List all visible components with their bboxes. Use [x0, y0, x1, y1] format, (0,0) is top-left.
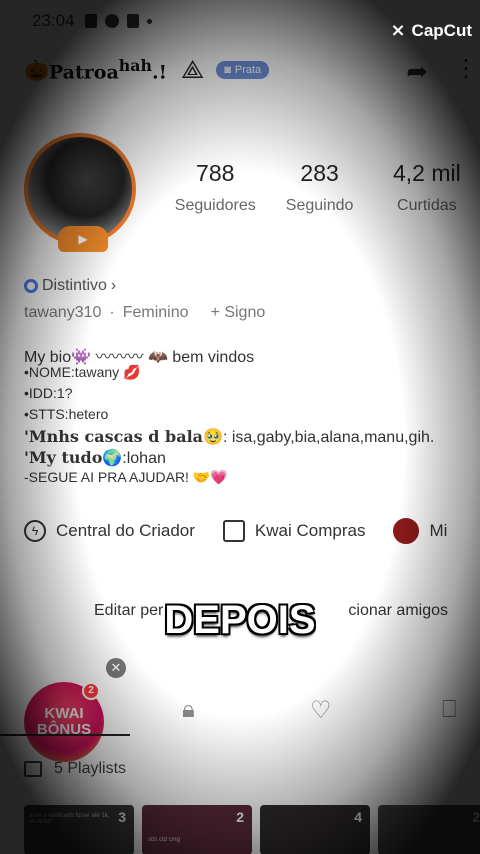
- shortcuts-row: ϟ Central do Criador Kwai Compras Mi: [24, 518, 480, 544]
- playlist-thumbnail[interactable]: stts ctd cmg 2: [142, 805, 252, 854]
- bio: My bio👾 〰〰〰 🦇 bem vindos •NOME:tawany 💋 …: [24, 343, 470, 490]
- stat-value: 788: [196, 160, 235, 186]
- profile-meta: tawany310 · Feminino + Signo: [24, 304, 265, 322]
- profile-stats: 788 Seguidores 283 Seguindo 4,2 mil Curt…: [165, 160, 480, 215]
- close-icon[interactable]: ✕: [106, 658, 126, 678]
- playlist-thumbnail[interactable]: e se o verificado fosse até 1k, vc teria…: [24, 805, 134, 854]
- display-name-suffix: .!: [152, 61, 168, 84]
- playlists-label: 5 Playlists: [54, 760, 127, 777]
- avatar-icon: [393, 518, 420, 544]
- thumb-count: 3: [118, 809, 126, 825]
- dnd-icon: [104, 14, 119, 28]
- third-shortcut-button[interactable]: Mi: [393, 518, 447, 544]
- shopping-bag-icon: [222, 520, 245, 542]
- bio-line-lead: 'Mnhs cascas d bala🥹: [24, 427, 223, 446]
- playlist-thumbnail[interactable]: 4: [260, 805, 370, 854]
- creator-center-button[interactable]: ϟ Central do Criador: [24, 520, 195, 542]
- bio-line: 'Mnhs cascas d bala🥹: isa,gaby,bia,alana…: [24, 427, 470, 448]
- status-time: 23:04: [32, 11, 75, 30]
- thumb-count: 4: [354, 809, 362, 825]
- kwai-shop-button[interactable]: Kwai Compras: [222, 520, 366, 542]
- more-options-icon[interactable]: ⋮: [454, 54, 478, 83]
- sim-icon: [84, 14, 97, 28]
- profile-header: 🎃 Patroahah.! ⟁ ◙ Prata ➦ ⋮: [24, 50, 480, 90]
- thumb-count: 2: [236, 809, 244, 825]
- tier-badge[interactable]: ◙ Prata: [216, 61, 270, 79]
- shortcut-label: Mi: [429, 521, 448, 540]
- capcut-label: CapCut: [411, 20, 472, 40]
- bio-line: 'My tudo🌍:lohan: [24, 448, 470, 469]
- tab-liked-heart-icon[interactable]: ♡: [310, 696, 332, 725]
- stat-value: 4,2 mil: [392, 160, 461, 186]
- display-name-sup: hah: [118, 56, 153, 76]
- bio-line-rest: :lohan: [122, 450, 166, 467]
- content-tabs: 🔒︎ ♡ ⎕: [0, 690, 480, 736]
- pumpkin-icon: 🎃: [24, 59, 49, 82]
- playlist-thumbnail[interactable]: 2: [378, 805, 480, 854]
- bio-line: •NOME:tawany 💋: [24, 364, 141, 380]
- capcut-logo-icon: ⨯: [390, 20, 406, 40]
- stat-value: 283: [300, 160, 339, 186]
- halloween-frame-badge: ▶: [58, 226, 108, 252]
- shortcut-label: Central do Criador: [56, 521, 195, 540]
- thumb-caption: e se o verificado fosse até 1k, vc teria…: [30, 813, 110, 825]
- stat-label: Seguidores: [174, 197, 256, 214]
- distintivo-icon: [24, 279, 38, 293]
- capcut-watermark: ⨯ CapCut: [390, 20, 472, 41]
- distintivo-link[interactable]: Distintivo ›: [24, 277, 116, 295]
- share-icon[interactable]: ➦: [406, 56, 428, 87]
- thumb-count: 2: [472, 809, 480, 825]
- playlist-thumbnails: e se o verificado fosse até 1k, vc teria…: [24, 805, 480, 854]
- bio-line-rest: : isa,gaby,bia,alana,manu,gih.: [222, 429, 435, 446]
- chevron-right-icon: ›: [110, 277, 117, 294]
- more-notifications-icon: [146, 18, 152, 24]
- bio-line: •STTS:hetero: [24, 406, 109, 422]
- bio-line: -SEGUE AI PRA AJUDAR! 🤝💗: [24, 469, 228, 485]
- stat-following[interactable]: 283 Seguindo: [265, 160, 373, 215]
- distintivo-label: Distintivo: [42, 277, 107, 294]
- playlists-link[interactable]: 5 Playlists: [24, 760, 126, 778]
- thumb-caption: stts ctd cmg: [148, 837, 181, 843]
- tab-private-lock-icon[interactable]: 🔒︎: [182, 696, 195, 724]
- stat-likes[interactable]: 4,2 mil Curtidas: [374, 160, 480, 215]
- video-caption: DEPOIS: [164, 598, 316, 642]
- stat-label: Seguindo: [285, 197, 354, 214]
- display-name-text: Patroa: [48, 61, 119, 84]
- separator: ·: [109, 304, 115, 321]
- badge-icon: ◙: [224, 64, 231, 76]
- triangle-symbol-icon: ⟁: [181, 54, 205, 84]
- lightning-icon: ϟ: [24, 520, 46, 542]
- x-notification-icon: [126, 14, 139, 28]
- active-tab-indicator: [0, 734, 130, 736]
- tab-saved-bookmark-icon[interactable]: ⎕: [442, 696, 456, 724]
- bio-line: •IDD:1?: [24, 385, 73, 401]
- handle: tawany310: [24, 304, 102, 321]
- shortcut-label: Kwai Compras: [254, 521, 366, 540]
- gender: Feminino: [122, 304, 189, 321]
- stat-followers[interactable]: 788 Seguidores: [165, 160, 265, 215]
- playlist-icon: [24, 761, 42, 777]
- bio-line: My bio👾 〰〰〰 🦇 bem vindos: [24, 349, 255, 366]
- bio-line-lead: 'My tudo🌍: [24, 448, 123, 467]
- add-sign-link[interactable]: + Signo: [211, 304, 266, 322]
- tier-badge-label: Prata: [234, 64, 262, 76]
- display-name: Patroahah.!: [49, 56, 167, 83]
- stat-label: Curtidas: [397, 197, 457, 214]
